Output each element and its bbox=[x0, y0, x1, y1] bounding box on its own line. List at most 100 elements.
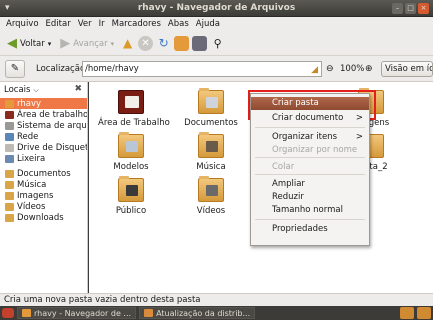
folder-icon bbox=[198, 88, 224, 114]
sidebar-item-label: rhavy bbox=[17, 98, 42, 109]
tray-icon[interactable] bbox=[417, 307, 431, 319]
folder-icon bbox=[198, 132, 224, 158]
computer-icon[interactable] bbox=[192, 36, 208, 51]
system-tray bbox=[400, 307, 431, 319]
sidebar-item[interactable]: Vídeos bbox=[0, 201, 87, 212]
context-menu-item-label: Organizar itens bbox=[272, 132, 337, 142]
context-menu: Criar pasta Criar documento > Organizar ite… bbox=[250, 93, 370, 246]
menu-abas[interactable]: Abas bbox=[168, 17, 189, 32]
sidebar-item-label: Downloads bbox=[17, 212, 64, 223]
menu-ir[interactable]: Ir bbox=[99, 17, 105, 32]
stop-icon[interactable]: ✕ bbox=[138, 36, 154, 51]
sidebar-item[interactable]: Imagens bbox=[0, 190, 87, 201]
sidebar-item[interactable]: Downloads bbox=[0, 212, 87, 223]
file-item[interactable]: Documentos bbox=[178, 88, 244, 128]
submenu-arrow-icon: > bbox=[355, 113, 363, 123]
minimize-icon[interactable]: – bbox=[392, 3, 403, 14]
context-menu-item[interactable]: Criar pasta bbox=[251, 97, 369, 110]
context-menu-item: Organizar por nome bbox=[251, 144, 369, 157]
window-title: rhavy - Navegador de Arquivos bbox=[137, 3, 296, 13]
context-menu-item[interactable]: Organizar itens > bbox=[251, 131, 369, 144]
reload-icon[interactable]: ↻ bbox=[156, 36, 171, 51]
context-menu-item-label: Criar pasta bbox=[272, 98, 319, 108]
file-item[interactable]: Área de Trabalho bbox=[98, 90, 170, 128]
sidebar-item[interactable]: Música bbox=[0, 179, 87, 190]
file-item[interactable]: Música bbox=[178, 132, 244, 172]
file-item[interactable]: Vídeos bbox=[178, 176, 244, 216]
forward-button[interactable]: ▶ Avançar ▾ bbox=[57, 34, 117, 54]
folder-emblem-icon bbox=[206, 97, 218, 108]
chevron-down-icon[interactable]: ▾ bbox=[111, 40, 115, 48]
chevron-down-icon[interactable]: ▾ bbox=[48, 40, 52, 48]
up-arrow-icon[interactable]: ▲ bbox=[120, 36, 135, 51]
file-label: Música bbox=[196, 162, 226, 172]
sidebar-item[interactable]: Drive de Disquete bbox=[0, 142, 87, 153]
place-icon bbox=[5, 169, 14, 178]
toolbar: ◀ Voltar ▾ ▶ Avançar ▾ ▲ ✕ ↻ ⚲ bbox=[0, 32, 433, 56]
sidebar: Locais ⌵ ✖ rhavy Área de trabalho Sistema … bbox=[0, 82, 88, 293]
menu-ajuda[interactable]: Ajuda bbox=[196, 17, 220, 32]
desktop-emblem bbox=[125, 96, 139, 108]
place-icon bbox=[5, 143, 14, 152]
context-menu-item[interactable]: Reduzir bbox=[251, 191, 369, 204]
folder-emblem-icon bbox=[126, 185, 138, 196]
context-menu-item[interactable]: Ampliar bbox=[251, 178, 369, 191]
sidebar-item-label: Vídeos bbox=[17, 201, 46, 212]
sidebar-item[interactable]: Lixeira bbox=[0, 153, 87, 164]
sidebar-header[interactable]: Locais ⌵ ✖ bbox=[0, 82, 87, 98]
sidebar-list: rhavy Área de trabalho Sistema de arqu... R… bbox=[0, 98, 87, 223]
menu-arquivo[interactable]: Arquivo bbox=[6, 17, 39, 32]
taskbar: rhavy - Navegador de ... Atualização da … bbox=[0, 306, 433, 320]
place-icon bbox=[5, 132, 14, 141]
sidebar-item-label: Sistema de arqu... bbox=[17, 120, 87, 131]
clear-icon[interactable]: ◢ bbox=[311, 63, 318, 77]
sidebar-item-label: Lixeira bbox=[17, 153, 46, 164]
tray-icon[interactable] bbox=[400, 307, 414, 319]
menu-separator bbox=[255, 219, 365, 220]
context-menu-item-label: Propriedades bbox=[272, 224, 328, 234]
context-menu-item[interactable]: Propriedades bbox=[251, 223, 369, 236]
home-icon[interactable] bbox=[174, 36, 190, 51]
taskbar-item-file-manager[interactable]: rhavy - Navegador de ... bbox=[17, 307, 137, 319]
context-menu-item-label: Ampliar bbox=[272, 179, 305, 189]
toggle-location-button[interactable]: ✎ bbox=[5, 60, 25, 78]
file-item[interactable]: Público bbox=[98, 176, 164, 216]
context-menu-item-label: Tamanho normal bbox=[272, 205, 343, 215]
zoom-out-icon[interactable]: ⊖ bbox=[326, 64, 334, 74]
file-item[interactable]: Modelos bbox=[98, 132, 164, 172]
taskbar-item-update[interactable]: Atualização da distrib... bbox=[139, 307, 256, 319]
zoom-level[interactable]: 100% bbox=[340, 64, 364, 74]
menu-editar[interactable]: Editar bbox=[46, 17, 71, 32]
folder-icon bbox=[118, 132, 144, 158]
menu-separator bbox=[255, 127, 365, 128]
sidebar-item[interactable]: Documentos bbox=[0, 168, 87, 179]
folder-emblem-icon bbox=[206, 141, 218, 152]
close-sidebar-icon[interactable]: ✖ bbox=[74, 84, 82, 94]
maximize-icon[interactable]: □ bbox=[405, 3, 416, 14]
taskbar-item-label: Atualização da distrib... bbox=[156, 308, 251, 318]
menu-ver[interactable]: Ver bbox=[78, 17, 92, 32]
zoom-in-icon[interactable]: ⊕ bbox=[365, 64, 373, 74]
place-icon bbox=[5, 202, 14, 211]
context-menu-item: Colar bbox=[251, 161, 369, 174]
sidebar-item[interactable]: Área de trabalho bbox=[0, 109, 87, 120]
menu-marcadores[interactable]: Marcadores bbox=[112, 17, 161, 32]
menu-separator bbox=[255, 157, 365, 158]
folder-icon bbox=[198, 176, 224, 202]
close-icon[interactable]: × bbox=[418, 3, 429, 14]
sidebar-item[interactable]: Sistema de arqu... bbox=[0, 120, 87, 131]
view-mode-select[interactable]: Visão em ícones bbox=[381, 61, 433, 77]
sidebar-item[interactable]: Rede bbox=[0, 131, 87, 142]
location-input[interactable]: /home/rhavy ◢ bbox=[82, 61, 322, 77]
context-menu-item[interactable]: Tamanho normal bbox=[251, 204, 369, 217]
sidebar-item[interactable]: rhavy bbox=[0, 98, 87, 109]
place-icon bbox=[5, 121, 14, 130]
context-menu-item-label: Criar documento bbox=[272, 113, 344, 123]
place-icon bbox=[5, 99, 14, 108]
back-button[interactable]: ◀ Voltar ▾ bbox=[4, 34, 54, 54]
context-menu-item[interactable]: Criar documento > bbox=[251, 112, 369, 125]
show-desktop-icon[interactable] bbox=[2, 308, 14, 318]
context-menu-item-label: Organizar por nome bbox=[272, 145, 358, 155]
search-icon[interactable]: ⚲ bbox=[210, 36, 225, 51]
folder-icon bbox=[22, 309, 31, 317]
